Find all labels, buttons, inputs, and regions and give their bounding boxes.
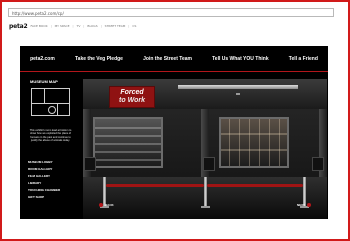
- top-nav-item[interactable]: TV: [76, 24, 80, 28]
- velvet-rope: [106, 184, 204, 187]
- map-wall: [32, 103, 69, 104]
- separator: |: [50, 24, 52, 28]
- menu-item-film-gallery[interactable]: FILM GALLERY: [28, 174, 78, 178]
- top-nav-item[interactable]: STREET TEAM: [105, 24, 126, 28]
- photo-detail: [229, 119, 230, 166]
- info-kiosk[interactable]: [203, 157, 215, 171]
- back-arrow-icon: [99, 203, 103, 208]
- exhibit-room: Forced to Work BACK NEXT: [83, 79, 327, 219]
- photo-detail: [95, 151, 161, 153]
- menu-item-lobby[interactable]: MUSEUM LOBBY: [28, 160, 78, 164]
- separator: |: [83, 24, 85, 28]
- exhibit-title-sign: Forced to Work: [109, 86, 155, 108]
- next-label: NEXT: [296, 203, 305, 207]
- separator: |: [100, 24, 102, 28]
- menu-item-room-gallery[interactable]: ROOM GALLERY: [28, 167, 78, 171]
- nav-veg-pledge-link[interactable]: Take the Veg Pledge: [75, 56, 123, 62]
- stanchion-base: [201, 206, 210, 208]
- address-bar[interactable]: http://www.peta2.com/cp/: [8, 8, 334, 17]
- menu-item-library[interactable]: LIBRARY: [28, 181, 78, 185]
- main-nav: peta2.com Take the Veg Pledge Join the S…: [20, 46, 328, 72]
- page-frame: http://www.peta2.com/cp/ peta2 FACE BOOK…: [0, 0, 350, 241]
- exhibit-photo-cages[interactable]: [219, 117, 289, 168]
- exhibit-title-line2: to Work: [119, 97, 145, 104]
- ceiling-light: [178, 85, 298, 89]
- top-nav: peta2 FACE BOOK | MY SPACE | TV | BLOGS …: [9, 22, 136, 30]
- photo-detail: [221, 149, 287, 151]
- photo-detail: [279, 119, 280, 166]
- map-wall: [44, 89, 45, 103]
- museum-site: peta2.com Take the Veg Pledge Join the S…: [20, 46, 328, 219]
- top-nav-item[interactable]: BLOGS: [87, 24, 97, 28]
- site-logo[interactable]: peta2: [9, 23, 28, 30]
- menu-item-touching-chamber[interactable]: TOUCHING CHAMBER: [28, 188, 78, 192]
- sidebar: MUSEUM MAP This exhibit's room lead at b…: [20, 72, 80, 219]
- map-wall: [57, 103, 58, 115]
- museum-menu: MUSEUM LOBBY ROOM GALLERY FILM GALLERY L…: [28, 160, 78, 202]
- velvet-rope: [207, 184, 303, 187]
- exhibit-description: This exhibit's room lead at bottom to sh…: [29, 129, 72, 143]
- nav-tell-friend-link[interactable]: Tell a Friend: [289, 56, 318, 62]
- info-kiosk[interactable]: [312, 157, 324, 171]
- photo-detail: [249, 119, 250, 166]
- photo-detail: [221, 133, 287, 135]
- ceiling-lamp: [236, 93, 240, 95]
- photo-detail: [239, 119, 240, 166]
- museum-map-title: MUSEUM MAP: [30, 79, 58, 84]
- museum-map[interactable]: [31, 88, 70, 116]
- photo-detail: [259, 119, 260, 166]
- top-nav-item[interactable]: FACE BOOK: [30, 24, 47, 28]
- photo-detail: [95, 159, 161, 161]
- nav-feedback-link[interactable]: Tell Us What YOU Think: [212, 56, 269, 62]
- top-nav-item[interactable]: CS: [132, 24, 136, 28]
- menu-item-gift-shop[interactable]: GIFT SHOP: [28, 195, 78, 199]
- nav-street-team-link[interactable]: Join the Street Team: [143, 56, 192, 62]
- exhibit-title-line1: Forced: [120, 89, 144, 96]
- next-button[interactable]: NEXT: [296, 203, 313, 208]
- map-room-marker: [48, 106, 56, 114]
- info-kiosk[interactable]: [84, 157, 96, 171]
- separator: |: [72, 24, 74, 28]
- back-label: BACK: [105, 203, 114, 207]
- separator: |: [128, 24, 130, 28]
- photo-detail: [269, 119, 270, 166]
- top-nav-item[interactable]: MY SPACE: [55, 24, 70, 28]
- stanchion: [204, 177, 207, 207]
- nav-home-link[interactable]: peta2.com: [30, 56, 55, 62]
- photo-detail: [95, 135, 161, 137]
- photo-detail: [95, 143, 161, 145]
- back-button[interactable]: BACK: [97, 203, 114, 208]
- photo-detail: [95, 127, 161, 129]
- next-arrow-icon: [307, 203, 311, 208]
- exhibit-photo-factory[interactable]: [93, 117, 163, 168]
